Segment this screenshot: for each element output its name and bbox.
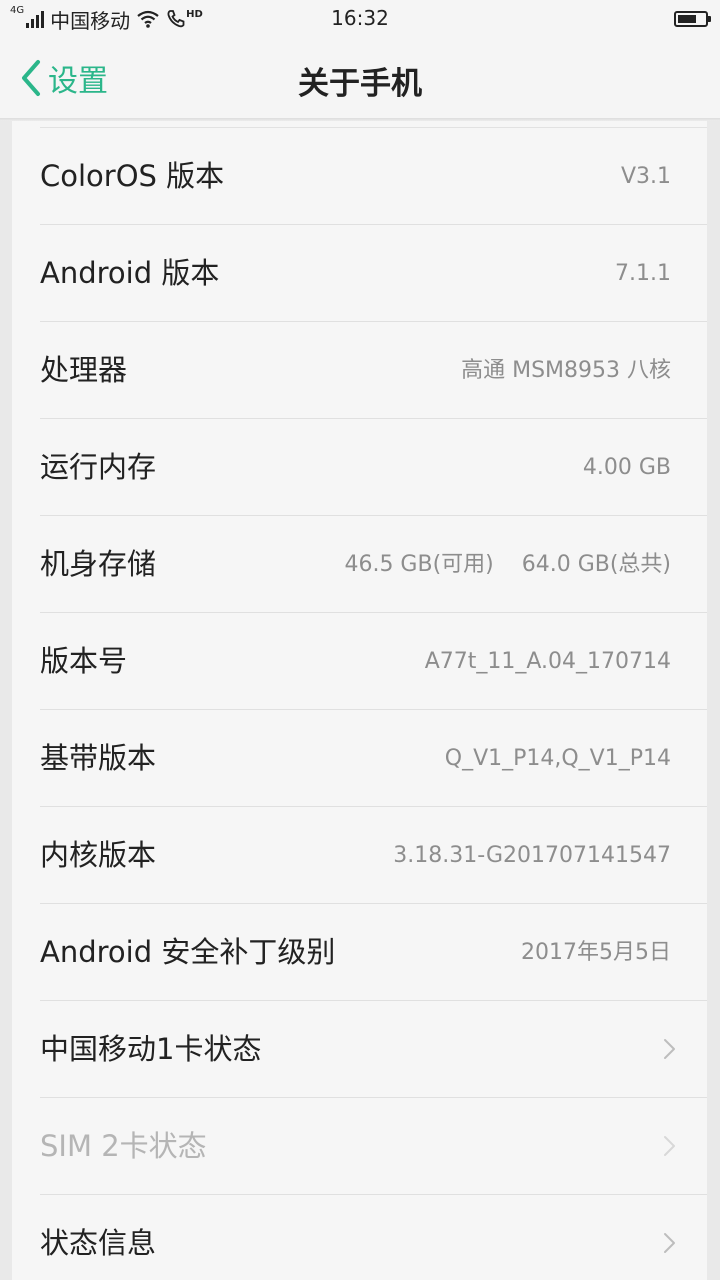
row-value: 2017年5月5日 <box>521 940 671 965</box>
row-sim2-status[interactable]: SIM 2卡状态 <box>12 1098 707 1195</box>
row-status-info[interactable]: 状态信息 <box>12 1195 707 1280</box>
row-value: 3.18.31-G201707141547 <box>393 843 671 868</box>
battery-icon <box>674 11 711 27</box>
row-sim1-status[interactable]: 中国移动1卡状态 <box>12 1001 707 1098</box>
row-ram[interactable]: 运行内存 4.00 GB <box>12 419 707 516</box>
row-value: 7.1.1 <box>615 261 671 286</box>
row-coloros-version[interactable]: ColorOS 版本 V3.1 <box>12 128 707 225</box>
row-value: V3.1 <box>620 164 671 189</box>
battery-fill <box>678 15 696 23</box>
chevron-right-icon <box>664 1136 675 1156</box>
row-value: Q_V1_P14,Q_V1_P14 <box>444 746 671 771</box>
row-storage[interactable]: 机身存储 46.5 GB(可用) 64.0 GB(总共) <box>12 516 707 613</box>
nav-bar: 设置 关于手机 <box>0 38 720 120</box>
status-time: 16:32 <box>331 6 389 30</box>
row-build-number[interactable]: 版本号 A77t_11_A.04_170714 <box>12 613 707 710</box>
row-label: 版本号 <box>40 644 128 678</box>
row-kernel-version[interactable]: 内核版本 3.18.31-G201707141547 <box>12 807 707 904</box>
row-security-patch[interactable]: Android 安全补丁级别 2017年5月5日 <box>12 904 707 1001</box>
settings-list: ColorOS 版本 V3.1 Android 版本 7.1.1 处理器 高通 … <box>12 121 707 1280</box>
row-label: 处理器 <box>40 353 128 387</box>
row-label: 机身存储 <box>40 547 157 581</box>
row-value: 46.5 GB(可用) 64.0 GB(总共) <box>344 552 671 577</box>
row-label: SIM 2卡状态 <box>40 1129 207 1163</box>
row-value: A77t_11_A.04_170714 <box>424 649 671 674</box>
row-label: Android 安全补丁级别 <box>40 935 336 969</box>
row-label: 状态信息 <box>40 1226 157 1260</box>
row-baseband-version[interactable]: 基带版本 Q_V1_P14,Q_V1_P14 <box>12 710 707 807</box>
row-processor[interactable]: 处理器 高通 MSM8953 八核 <box>12 322 707 419</box>
row-label: 中国移动1卡状态 <box>40 1032 262 1066</box>
row-value: 4.00 GB <box>582 455 671 480</box>
status-bar: 4G 中国移动 HD 16:32 <box>0 0 720 38</box>
page-title: 关于手机 <box>298 66 422 102</box>
chevron-right-icon <box>664 1233 675 1253</box>
row-label: 内核版本 <box>40 838 157 872</box>
chevron-right-icon <box>664 1039 675 1059</box>
row-label: 基带版本 <box>40 741 157 775</box>
row-android-version[interactable]: Android 版本 7.1.1 <box>12 225 707 322</box>
row-value: 高通 MSM8953 八核 <box>461 358 671 383</box>
row-label: ColorOS 版本 <box>40 159 225 193</box>
row-label: Android 版本 <box>40 256 220 290</box>
row-label: 运行内存 <box>40 450 157 484</box>
